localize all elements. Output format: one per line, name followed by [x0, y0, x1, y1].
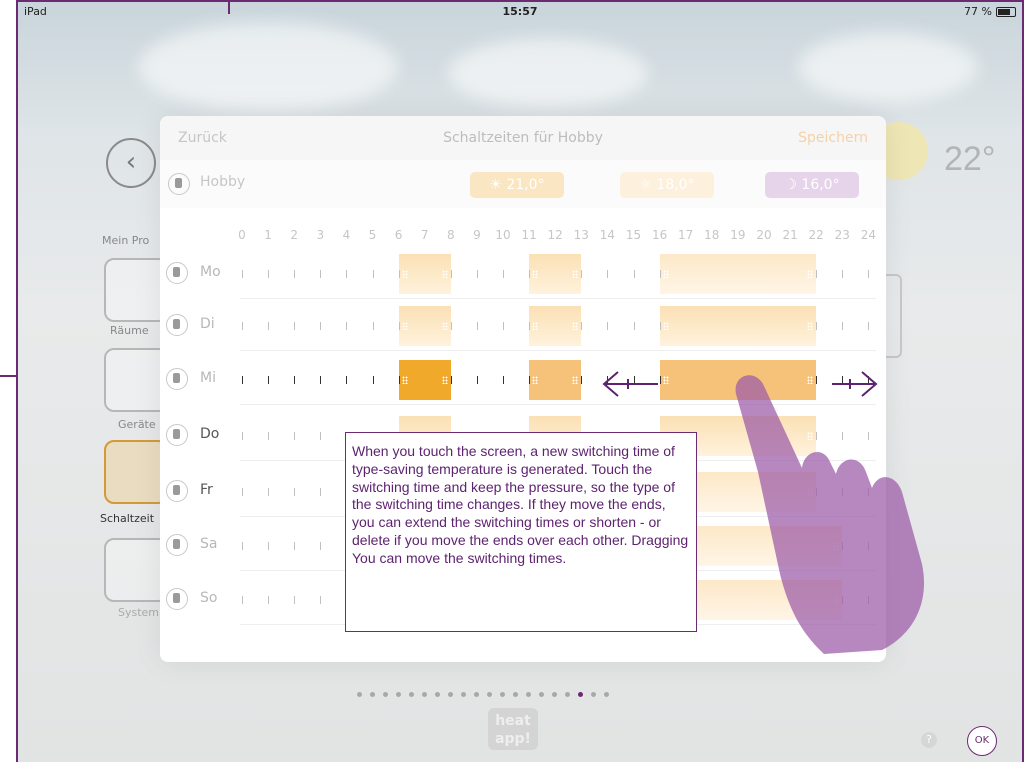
annotation-line [228, 0, 230, 14]
left-arrow-icon [602, 371, 658, 397]
gesture-overlay [602, 371, 925, 654]
annotation-line [0, 375, 17, 377]
app-frame: iPad 15:57 77 % ‹ 22° Mein Pro Räume Ger… [16, 0, 1024, 762]
hand-pointer-icon [735, 375, 925, 654]
right-arrow-icon [832, 371, 878, 397]
